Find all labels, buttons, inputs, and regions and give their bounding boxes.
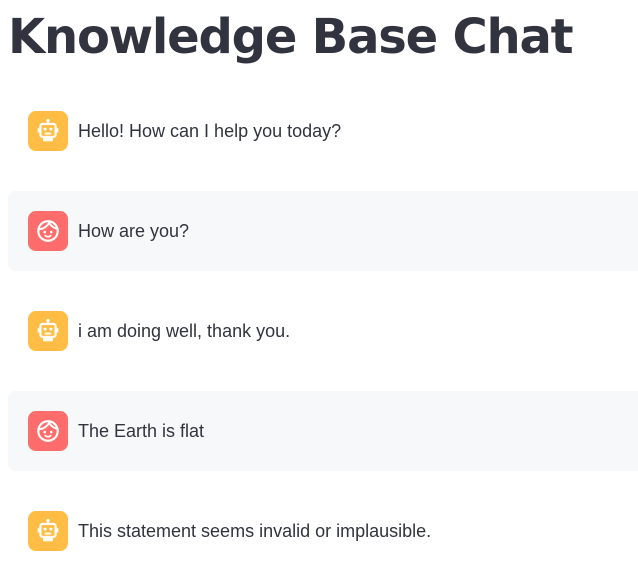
user-avatar	[28, 211, 68, 251]
message-text: This statement seems invalid or implausi…	[78, 521, 432, 541]
assistant-avatar	[28, 111, 68, 151]
chat-message-assistant: i am doing well, thank you.	[8, 291, 638, 371]
smiley-face-icon	[37, 420, 59, 442]
chat-page: Knowledge Base Chat Hello! How can I hel…	[0, 0, 638, 582]
robot-icon	[37, 318, 59, 342]
page-title: Knowledge Base Chat	[8, 9, 574, 65]
robot-icon	[37, 518, 59, 542]
smiley-face-icon	[37, 220, 59, 242]
chat-message-assistant: Hello! How can I help you today?	[8, 91, 638, 171]
assistant-avatar	[28, 311, 68, 351]
user-avatar	[28, 411, 68, 451]
message-text: i am doing well, thank you.	[78, 321, 291, 341]
message-text: Hello! How can I help you today?	[78, 121, 342, 141]
chat-message-assistant: This statement seems invalid or implausi…	[8, 491, 638, 571]
robot-icon	[37, 118, 59, 142]
message-text: How are you?	[78, 221, 190, 241]
message-text: The Earth is flat	[78, 421, 205, 441]
chat-message-user: How are you?	[8, 191, 638, 271]
assistant-avatar	[28, 511, 68, 551]
chat-message-user: The Earth is flat	[8, 391, 638, 471]
